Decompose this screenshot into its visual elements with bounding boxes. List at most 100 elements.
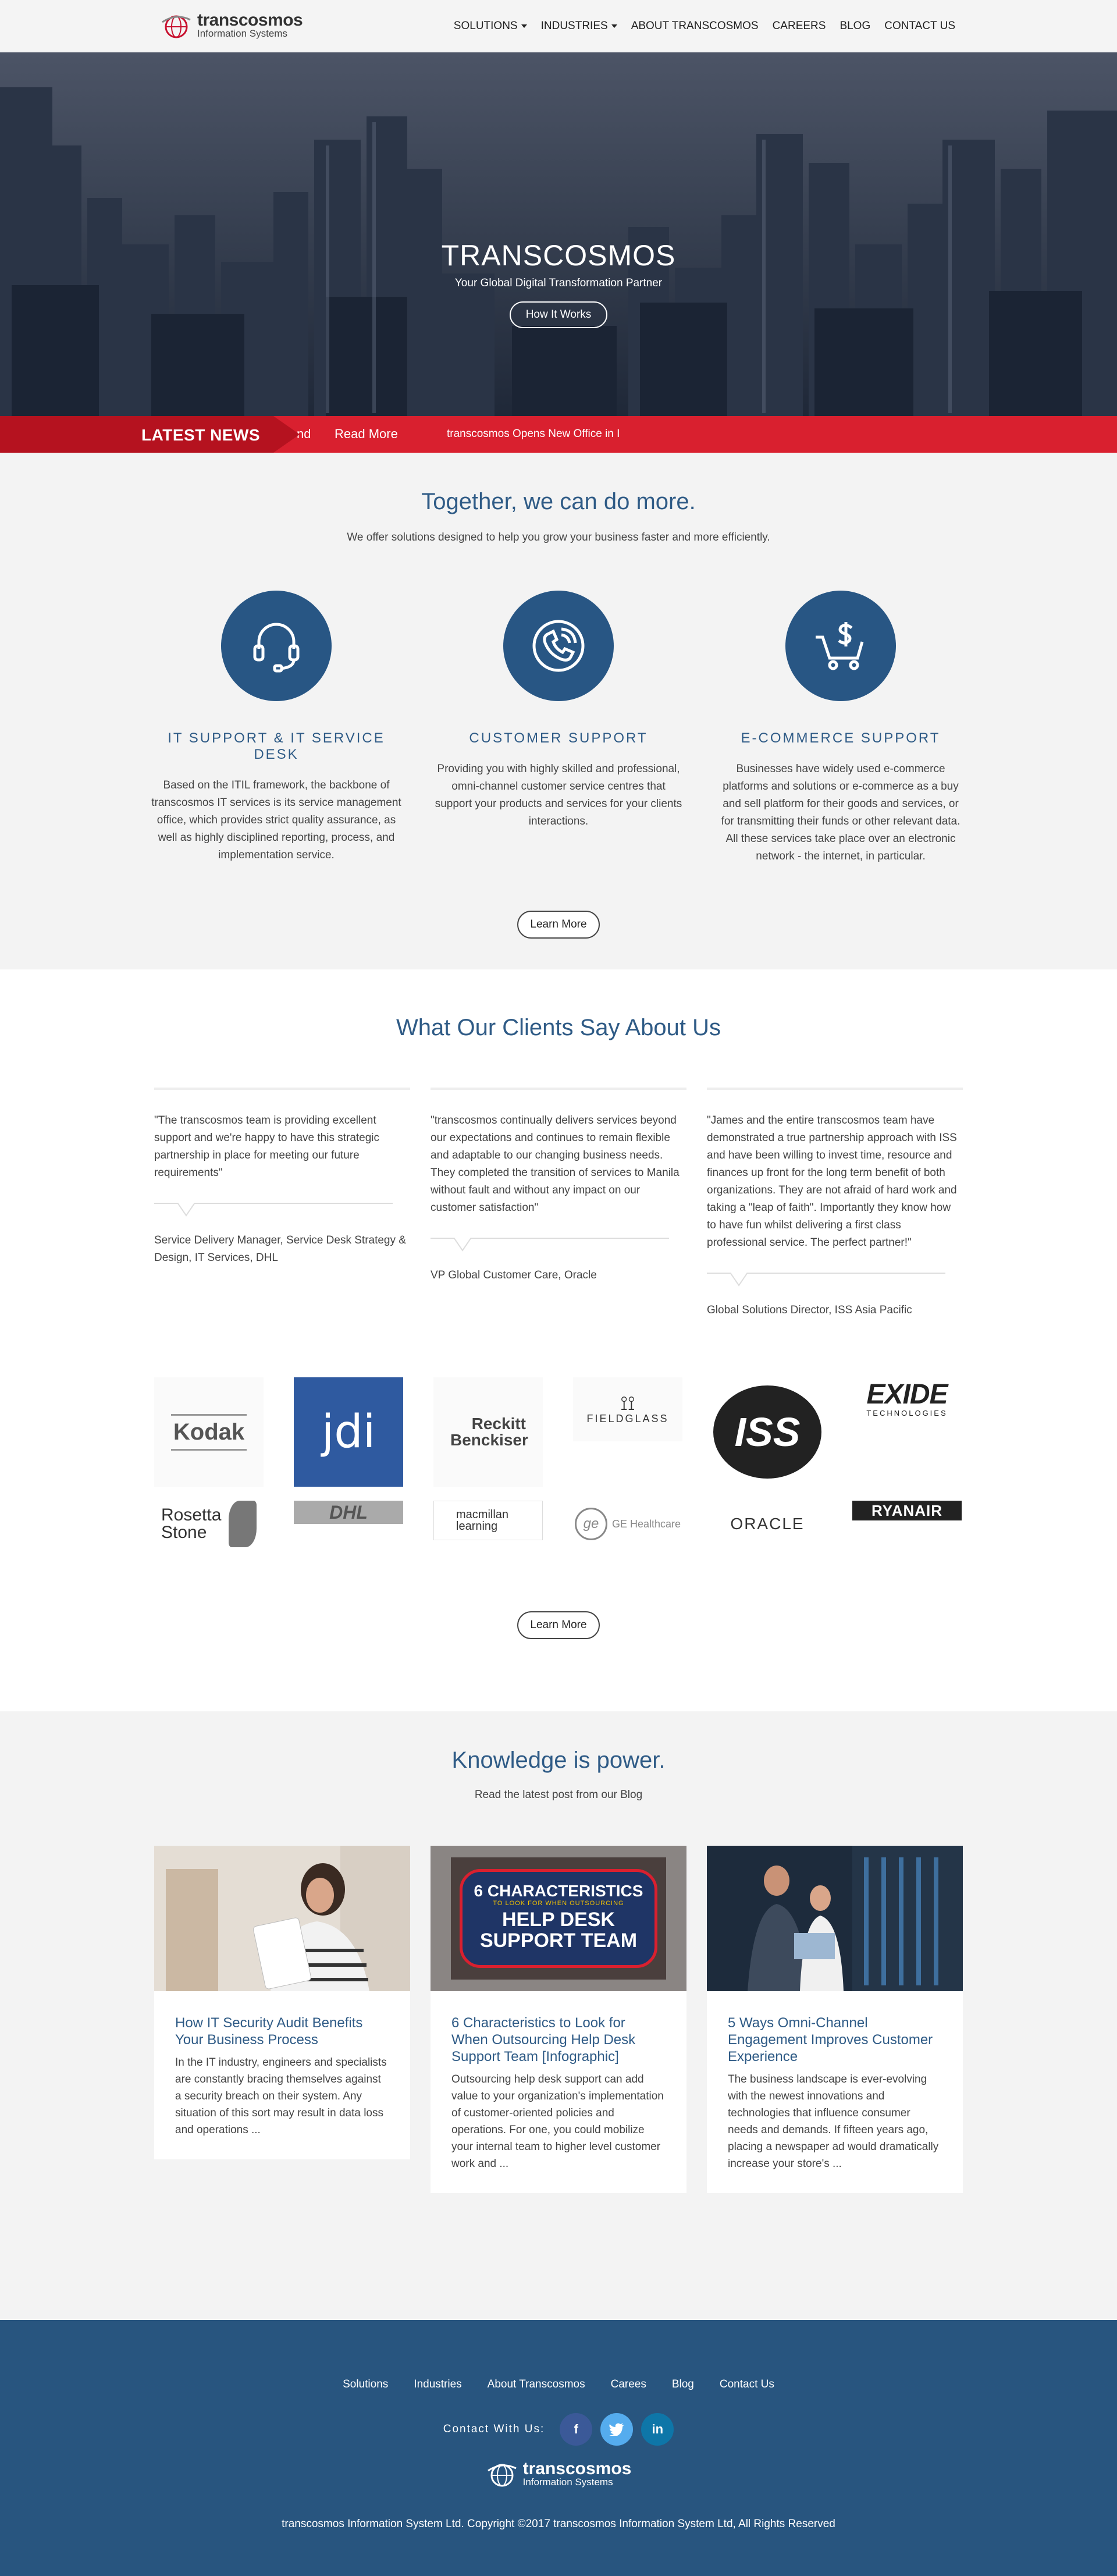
contact-label: Contact With Us: [443, 2423, 545, 2435]
blog-post-card[interactable]: How IT Security Audit Benefits Your Busi… [154, 1846, 410, 2159]
linkedin-icon[interactable]: in [641, 2413, 674, 2446]
infographic-line-4: SUPPORT TEAM [479, 1930, 638, 1952]
brand-name: transcosmos [197, 10, 303, 30]
quote-divider [154, 1203, 410, 1232]
kodak-logo: Kodak [154, 1377, 264, 1487]
top-navbar: transcosmos Information Systems SOLUTION… [0, 0, 1117, 52]
nav-contact[interactable]: CONTACT US [884, 20, 955, 33]
service-it-support: IT SUPPORT & IT SERVICE DESK Based on th… [151, 591, 401, 865]
footer-brand-name: transcosmos [522, 2459, 632, 2478]
blog-lead: Read the latest post from our Blog [474, 1789, 643, 1801]
nav-about[interactable]: ABOUT TRANSCOSMOS [631, 20, 759, 33]
client-logos-row-2: Rosetta Stone DHL macmillan learning ge … [154, 1501, 963, 1547]
post-thumbnail-image[interactable] [154, 1846, 410, 1991]
clients-learn-more-button[interactable]: Learn More [517, 1611, 600, 1639]
service-ecommerce-support: E-COMMERCE SUPPORT Businesses have widel… [716, 591, 966, 865]
testimonial-quote: "transcosmos continually delivers servic… [431, 1114, 680, 1214]
site-footer: Solutions Industries About Transcosmos C… [0, 2320, 1117, 2576]
footer-link-about[interactable]: About Transcosmos [488, 2378, 585, 2391]
service-customer-support: CUSTOMER SUPPORT Providing you with high… [433, 591, 684, 865]
post-title-link[interactable]: How IT Security Audit Benefits Your Busi… [175, 2014, 389, 2048]
post-excerpt: In the IT industry, engineers and specia… [175, 2056, 387, 2136]
post-excerpt: The business landscape is ever-evolving … [728, 2073, 939, 2170]
post-title-link[interactable]: 6 Characteristics to Look for When Outso… [451, 2014, 666, 2065]
services-learn-more-button[interactable]: Learn More [517, 911, 600, 939]
services-section: Together, we can do more. We offer solut… [0, 453, 1117, 969]
infographic-line-1: 6 CHARACTERISTICS [474, 1882, 643, 1900]
headset-icon [221, 591, 332, 701]
nav-industries[interactable]: INDUSTRIES [541, 20, 617, 33]
footer-link-blog[interactable]: Blog [672, 2378, 694, 2391]
quote-divider [707, 1273, 963, 1302]
facebook-icon[interactable]: f [560, 2413, 593, 2446]
main-menu: SOLUTIONS INDUSTRIES ABOUT TRANSCOSMOS C… [454, 0, 955, 52]
footer-brand-logo[interactable]: transcosmos Information Systems [0, 2458, 1117, 2490]
footer-link-industries[interactable]: Industries [414, 2378, 461, 2391]
testimonial-card: "James and the entire transcosmos team h… [707, 1088, 963, 1319]
service-text: Based on the ITIL framework, the backbon… [151, 779, 401, 861]
blog-post-card[interactable]: 5 Ways Omni-Channel Engagement Improves … [707, 1846, 963, 2193]
exide-logo: EXIDE TECHNOLOGIES [852, 1377, 962, 1487]
clients-section: What Our Clients Say About Us "The trans… [0, 969, 1117, 1711]
caret-down-icon [521, 24, 527, 28]
footer-link-careers[interactable]: Carees [611, 2378, 646, 2391]
post-thumbnail-image[interactable]: 6 CHARACTERISTICS TO LOOK FOR WHEN OUTSO… [431, 1846, 686, 1991]
service-title: IT SUPPORT & IT SERVICE DESK [168, 730, 385, 762]
hero-title: TRANSCOSMOS [441, 239, 676, 272]
jdi-logo: jdi [294, 1377, 403, 1487]
blog-post-card[interactable]: 6 CHARACTERISTICS TO LOOK FOR WHEN OUTSO… [431, 1846, 686, 2193]
post-title-link[interactable]: 5 Ways Omni-Channel Engagement Improves … [728, 2014, 942, 2065]
service-title: E-COMMERCE SUPPORT [741, 730, 941, 746]
infographic-line-3: HELP DESK [502, 1909, 615, 1931]
phone-icon [503, 591, 614, 701]
cart-dollar-icon [785, 591, 896, 701]
iss-logo: ISS [713, 1377, 822, 1487]
hero-subtitle: Your Global Digital Transformation Partn… [454, 277, 663, 289]
clients-heading: What Our Clients Say About Us [396, 1015, 721, 1040]
infographic-line-2: TO LOOK FOR WHEN OUTSOURCING [493, 1900, 624, 1907]
macmillan-learning-logo: macmillan learning [433, 1501, 543, 1540]
services-lead: We offer solutions designed to help you … [347, 531, 770, 543]
testimonial-author: VP Global Customer Care, Oracle [431, 1269, 597, 1281]
caret-down-icon [611, 24, 617, 28]
news-headline-link[interactable]: transcosmos Opens New Office in I [447, 428, 620, 440]
latest-news-ticker: nd Read More transcosmos Opens New Offic… [0, 416, 1117, 453]
news-label-badge: LATEST NEWS [0, 416, 300, 453]
oracle-logo: ORACLE [713, 1501, 822, 1547]
blog-heading: Knowledge is power. [451, 1747, 666, 1773]
service-text: Providing you with highly skilled and pr… [435, 763, 682, 827]
services-heading: Together, we can do more. [421, 489, 696, 514]
ryanair-logo: RYANAIR [852, 1501, 962, 1520]
post-excerpt: Outsourcing help desk support can add va… [451, 2073, 664, 2170]
client-logos-grid: Kodak jdi Reckitt Benckiser ⟟⟟ FIELDGLAS… [154, 1377, 963, 1487]
testimonial-quote: "The transcosmos team is providing excel… [154, 1114, 380, 1179]
rosetta-stone-logo: Rosetta Stone [154, 1501, 264, 1547]
testimonial-card: "transcosmos continually delivers servic… [431, 1088, 686, 1319]
testimonial-card: "The transcosmos team is providing excel… [154, 1088, 410, 1319]
copyright-text: transcosmos Information System Ltd. Copy… [282, 2518, 835, 2530]
footer-link-contact[interactable]: Contact Us [720, 2378, 774, 2391]
nav-solutions[interactable]: SOLUTIONS [454, 20, 527, 33]
news-read-more-link[interactable]: Read More [335, 427, 398, 442]
reckitt-benckiser-logo: Reckitt Benckiser [433, 1377, 543, 1487]
brand-subname: Information Systems [197, 28, 287, 39]
ge-healthcare-logo: ge GE Healthcare [573, 1501, 682, 1547]
fieldglass-logo: ⟟⟟ FIELDGLASS [573, 1377, 682, 1441]
city-skyline-image [0, 87, 1117, 416]
footer-brand-subname: Information Systems [522, 2476, 613, 2488]
blog-section: Knowledge is power. Read the latest post… [0, 1711, 1117, 2320]
twitter-icon[interactable] [600, 2413, 634, 2446]
post-thumbnail-image[interactable] [707, 1846, 963, 1991]
footer-links: Solutions Industries About Transcosmos C… [0, 2378, 1117, 2391]
brand-logo[interactable]: transcosmos Information Systems [160, 9, 303, 42]
nav-careers[interactable]: CAREERS [773, 20, 826, 33]
footer-contact: Contact With Us: f in [0, 2413, 1117, 2446]
footer-link-solutions[interactable]: Solutions [343, 2378, 388, 2391]
quote-divider [431, 1238, 686, 1267]
how-it-works-button[interactable]: How It Works [509, 301, 608, 328]
hero-banner: TRANSCOSMOS Your Global Digital Transfor… [0, 52, 1117, 416]
globe-logo-icon [487, 2464, 517, 2487]
testimonial-author: Global Solutions Director, ISS Asia Paci… [707, 1304, 912, 1316]
nav-blog[interactable]: BLOG [839, 20, 870, 33]
testimonial-quote: "James and the entire transcosmos team h… [707, 1114, 957, 1249]
